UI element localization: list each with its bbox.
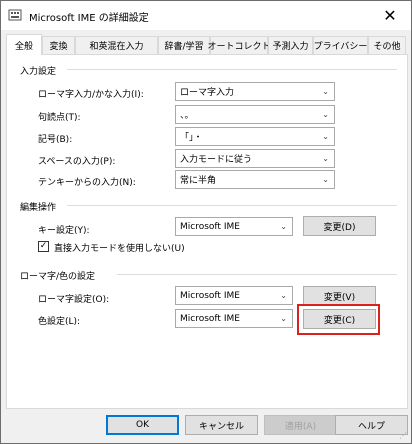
title-bar: Microsoft IME の詳細設定 ✕	[1, 1, 411, 30]
tab-predictive[interactable]: 予測入力	[268, 36, 313, 54]
label-numpad-input: テンキーからの入力(N):	[38, 178, 136, 188]
select-space-input[interactable]: 入力モードに従う ⌄	[175, 149, 335, 168]
tab-label: 和英混在入力	[89, 42, 144, 52]
label-direct-input: 直接入力モードを使用しない(U)	[54, 244, 185, 254]
select-value: ローマ字入力	[180, 88, 235, 98]
tab-conversion[interactable]: 変換	[42, 36, 75, 54]
chevron-down-icon: ⌄	[322, 132, 329, 141]
chevron-down-icon: ⌄	[322, 110, 329, 119]
highlight-box	[297, 304, 380, 335]
tab-label: 全般	[14, 41, 33, 52]
group-title-edit: 編集操作	[20, 200, 61, 213]
tab-label: 辞書/学習	[164, 42, 204, 52]
resize-grip-icon[interactable]: ⋰	[399, 431, 409, 441]
direct-input-checkbox[interactable]: ✓	[38, 241, 49, 252]
tab-general[interactable]: 全般	[6, 34, 42, 55]
select-value: Microsoft IME	[180, 221, 240, 232]
select-color-settings[interactable]: Microsoft IME ⌄	[175, 309, 293, 328]
label-key-settings: キー設定(Y):	[38, 226, 90, 236]
group-title-input: 入力設定	[20, 64, 61, 77]
select-value: 入力モードに従う	[180, 155, 253, 165]
chevron-down-icon: ⌄	[322, 175, 329, 184]
close-icon: ✕	[383, 6, 397, 25]
select-value: 、。	[180, 111, 194, 121]
ime-settings-dialog: Microsoft IME の詳細設定 ✕ 全般 変換 和英混在入力 辞書/学習…	[0, 0, 412, 444]
group-divider	[67, 205, 397, 206]
button-label: ヘルプ	[357, 421, 385, 432]
tab-label: 変換	[49, 42, 68, 52]
chevron-down-icon: ⌄	[322, 87, 329, 96]
tab-strip: 全般 変換 和英混在入力 辞書/学習 オートコレクト 予測入力 プライバシー そ…	[6, 34, 408, 55]
button-label: 変更(V)	[323, 292, 356, 303]
chevron-down-icon: ⌄	[280, 314, 287, 323]
button-label: 変更(D)	[323, 222, 356, 233]
button-label: キャンセル	[198, 421, 244, 432]
select-punctuation[interactable]: 、。 ⌄	[175, 105, 335, 124]
label-romaji-kana: ローマ字入力/かな入力(I):	[38, 90, 144, 100]
label-symbols: 記号(B):	[38, 135, 73, 145]
ok-button[interactable]: OK	[106, 415, 179, 435]
tab-autocorrect[interactable]: オートコレクト	[207, 36, 271, 54]
label-color-settings: 色設定(L):	[38, 317, 81, 327]
tab-other[interactable]: その他	[368, 36, 406, 54]
checkmark-icon: ✓	[39, 241, 48, 251]
window-title: Microsoft IME の詳細設定	[29, 13, 149, 24]
romaji-change-button[interactable]: 変更(V)	[303, 286, 376, 306]
tab-label: プライバシー	[313, 42, 368, 52]
chevron-down-icon: ⌄	[280, 291, 287, 300]
group-title-romaji-color: ローマ字/色の設定	[20, 269, 100, 282]
group-divider	[67, 69, 397, 70]
help-button[interactable]: ヘルプ	[335, 415, 408, 435]
select-symbols[interactable]: 「」・ ⌄	[175, 127, 335, 146]
group-divider	[117, 274, 397, 275]
chevron-down-icon: ⌄	[280, 222, 287, 231]
ime-settings-icon	[8, 9, 22, 21]
tab-mixed-input[interactable]: 和英混在入力	[75, 36, 158, 54]
select-key-settings[interactable]: Microsoft IME ⌄	[175, 217, 293, 236]
cancel-button[interactable]: キャンセル	[185, 415, 258, 435]
select-value: 常に半角	[180, 176, 217, 186]
select-value: 「」・	[180, 133, 203, 143]
select-value: Microsoft IME	[180, 290, 240, 301]
tab-label: オートコレクト	[207, 42, 271, 52]
close-button[interactable]: ✕	[369, 1, 411, 30]
label-romaji-settings: ローマ字設定(O):	[38, 295, 110, 305]
select-romaji-kana[interactable]: ローマ字入力 ⌄	[175, 82, 335, 101]
select-value: Microsoft IME	[180, 313, 240, 324]
apply-button[interactable]: 適用(A)	[264, 415, 337, 435]
button-label: OK	[136, 420, 149, 430]
select-numpad-input[interactable]: 常に半角 ⌄	[175, 170, 335, 189]
tab-dictionary[interactable]: 辞書/学習	[158, 36, 210, 54]
label-punctuation: 句読点(T):	[38, 113, 81, 123]
tab-label: 予測入力	[272, 42, 309, 52]
tab-panel-general: 入力設定 ローマ字入力/かな入力(I): ローマ字入力 ⌄ 句読点(T): 、。…	[6, 54, 408, 409]
select-romaji-settings[interactable]: Microsoft IME ⌄	[175, 286, 293, 305]
label-space-input: スペースの入力(P):	[38, 157, 116, 167]
chevron-down-icon: ⌄	[322, 154, 329, 163]
tab-label: その他	[373, 42, 401, 52]
key-settings-change-button[interactable]: 変更(D)	[303, 216, 376, 236]
tab-privacy[interactable]: プライバシー	[313, 36, 368, 54]
button-label: 適用(A)	[284, 421, 317, 432]
